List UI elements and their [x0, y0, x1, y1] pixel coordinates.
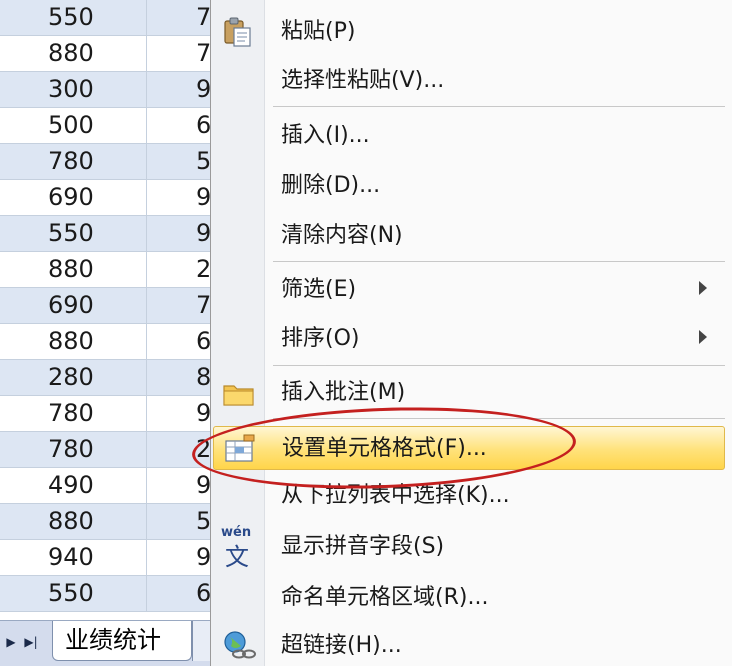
- menu-item-sort[interactable]: 排序(O): [213, 317, 725, 361]
- table-cell-value[interactable]: 550: [0, 216, 147, 251]
- menu-item-filter[interactable]: 筛选(E): [213, 268, 725, 312]
- menu-item-format-cells[interactable]: 设置单元格格式(F)...: [213, 426, 725, 470]
- table-row: 550 7: [0, 0, 215, 36]
- menu-item-show-phonetic[interactable]: wén 文 显示拼音字段(S): [213, 525, 725, 571]
- menu-item-label: 选择性粘贴(V)...: [281, 68, 445, 93]
- sheet-tab-active[interactable]: 业绩统计: [52, 621, 192, 661]
- table-row: 880 7: [0, 36, 215, 72]
- menu-separator: [273, 106, 725, 107]
- context-menu: 粘贴(P) 选择性粘贴(V)... 插入(I)... 删除(D)... 清除内容…: [210, 0, 732, 666]
- submenu-arrow-icon: [699, 281, 707, 295]
- menu-item-label: 排序(O): [281, 326, 360, 351]
- menu-item-define-name[interactable]: 命名单元格区域(R)...: [213, 576, 725, 620]
- format-cells-icon: [222, 433, 258, 465]
- table-row: 780 5: [0, 144, 215, 180]
- table-row: 940 9: [0, 540, 215, 576]
- paste-icon: [221, 16, 257, 48]
- table-row: 550 6: [0, 576, 215, 612]
- table-cell-value[interactable]: 550: [0, 576, 147, 611]
- phonetic-wen-icon: wén 文: [221, 525, 257, 571]
- table-row: 780 2: [0, 432, 215, 468]
- hyperlink-globe-icon: [221, 630, 257, 662]
- table-cell-value[interactable]: 690: [0, 288, 147, 323]
- table-row: 880 2: [0, 252, 215, 288]
- phonetic-char-text: 文: [225, 543, 249, 571]
- table-row: 690 9: [0, 180, 215, 216]
- menu-item-pick-from-list[interactable]: 从下拉列表中选择(K)...: [213, 474, 725, 518]
- comment-folder-icon: [221, 377, 257, 409]
- table-cell-value[interactable]: 780: [0, 144, 147, 179]
- menu-item-label: 筛选(E): [281, 277, 357, 302]
- menu-item-clear-contents[interactable]: 清除内容(N): [213, 214, 725, 258]
- table-cell-value[interactable]: 550: [0, 0, 147, 35]
- menu-item-label: 粘贴(P): [281, 19, 356, 44]
- menu-item-label: 删除(D)...: [281, 173, 381, 198]
- table-cell-value[interactable]: 780: [0, 432, 147, 467]
- table-row: 690 7: [0, 288, 215, 324]
- menu-separator: [273, 418, 725, 419]
- table-row: 490 9: [0, 468, 215, 504]
- table-cell-value[interactable]: 780: [0, 396, 147, 431]
- table-cell-value[interactable]: 940: [0, 540, 147, 575]
- menu-item-label: 从下拉列表中选择(K)...: [281, 483, 510, 508]
- table-cell-value[interactable]: 490: [0, 468, 147, 503]
- table-row: 300 9: [0, 72, 215, 108]
- menu-item-label: 显示拼音字段(S): [281, 534, 445, 559]
- table-row: 280 8: [0, 360, 215, 396]
- menu-item-label: 命名单元格区域(R)...: [281, 585, 489, 610]
- menu-separator: [273, 365, 725, 366]
- menu-item-paste-special[interactable]: 选择性粘贴(V)...: [213, 59, 725, 103]
- menu-item-insert-comment[interactable]: 插入批注(M): [213, 371, 725, 415]
- table-row: 780 9: [0, 396, 215, 432]
- sheet-tab-bar: ▶ ▶| 业绩统计: [0, 620, 222, 666]
- sheet-tab-label: 业绩统计: [65, 626, 161, 654]
- menu-item-paste[interactable]: 粘贴(P): [213, 10, 725, 54]
- screenshot-stage: 550 7 880 7 300 9 500 6 780 5 690 9 550 9 880 2 690 7 880 6…: [0, 0, 732, 666]
- table-row: 880 5: [0, 504, 215, 540]
- menu-item-label: 清除内容(N): [281, 223, 403, 248]
- submenu-arrow-icon: [699, 330, 707, 344]
- table-cell-value[interactable]: 690: [0, 180, 147, 215]
- menu-item-label: 插入(I)...: [281, 123, 370, 148]
- table-cell-value[interactable]: 880: [0, 252, 147, 287]
- menu-item-insert[interactable]: 插入(I)...: [213, 114, 725, 158]
- table-cell-value[interactable]: 880: [0, 36, 147, 71]
- menu-item-delete[interactable]: 删除(D)...: [213, 164, 725, 208]
- next-sheet-arrow-icon[interactable]: ▶: [2, 629, 20, 655]
- table-row: 500 6: [0, 108, 215, 144]
- table-cell-value[interactable]: 880: [0, 504, 147, 539]
- menu-item-label: 插入批注(M): [281, 380, 406, 405]
- menu-item-hyperlink[interactable]: 超链接(H)...: [213, 624, 725, 666]
- table-row: 550 9: [0, 216, 215, 252]
- last-sheet-arrow-icon[interactable]: ▶|: [22, 629, 40, 655]
- table-cell-value[interactable]: 280: [0, 360, 147, 395]
- table-cell-value[interactable]: 300: [0, 72, 147, 107]
- spreadsheet-grid: 550 7 880 7 300 9 500 6 780 5 690 9 550 9 880 2 690 7 880 6…: [0, 0, 222, 666]
- table-row: 880 6: [0, 324, 215, 360]
- menu-separator: [273, 261, 725, 262]
- table-cell-value[interactable]: 500: [0, 108, 147, 143]
- table-cell-value[interactable]: 880: [0, 324, 147, 359]
- menu-item-label: 设置单元格格式(F)...: [282, 436, 487, 461]
- menu-item-label: 超链接(H)...: [281, 633, 402, 658]
